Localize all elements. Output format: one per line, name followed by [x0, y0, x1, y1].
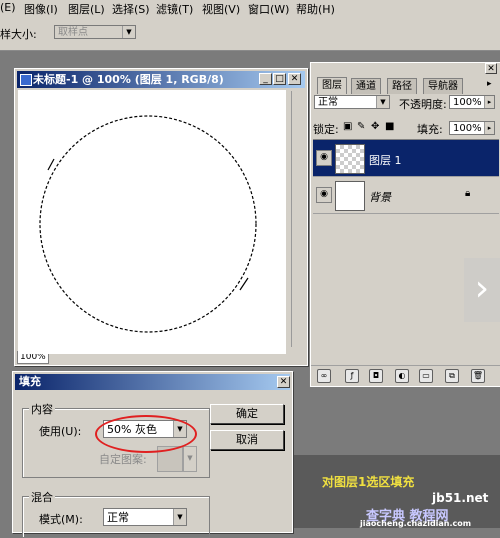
layer-row-background[interactable]: ◉ 背景 🔒︎ — [313, 177, 499, 214]
layers-list: ◉ 图层 1 ◉ 背景 🔒︎ — [313, 139, 499, 362]
panel-menu-icon[interactable]: ▸ — [487, 79, 492, 89]
content-group-label: 内容 — [29, 401, 55, 417]
blending-group-label: 混合 — [29, 489, 55, 505]
lock-transparency-icon[interactable]: ▣ — [343, 121, 352, 132]
close-button[interactable]: ✕ — [288, 73, 301, 85]
sample-size-select[interactable]: 取样点 ▼ — [54, 25, 136, 39]
opacity-value: 100% — [453, 97, 482, 108]
lock-icon: 🔒︎ — [465, 188, 471, 199]
fill-label: 填充: — [417, 123, 443, 136]
opacity-field[interactable]: 100% ▸ — [449, 95, 495, 109]
mode-label: 模式(M): — [39, 513, 83, 526]
fill-field[interactable]: 100% ▸ — [449, 121, 495, 135]
highlight-oval — [95, 415, 197, 453]
document-title: 未标题-1 @ 100% (图层 1, RGB/8) — [33, 73, 224, 86]
layers-panel: ✕ 图层 通道 路径 导航器 ▸ 正常 ▼ 不透明度: 100% ▸ 锁定: ▣… — [310, 62, 500, 387]
menu-help[interactable]: 帮助(H) — [296, 1, 335, 17]
opacity-label: 不透明度: — [399, 98, 447, 111]
adjustment-layer-icon[interactable]: ◐ — [395, 369, 409, 383]
fill-value: 100% — [453, 123, 482, 134]
watermark-site: jb51.net — [432, 491, 489, 505]
menu-select[interactable]: 选择(S) — [112, 1, 150, 17]
fill-dialog: 填充 ✕ 内容 使用(U): 50% 灰色 ▼ 自定图案: ▼ 确定 取消 混合… — [12, 371, 293, 538]
dropdown-arrow-icon: ▸ — [484, 122, 494, 134]
dialog-close-button[interactable]: ✕ — [277, 376, 290, 388]
layer-mask-icon[interactable]: ◘ — [369, 369, 383, 383]
watermark-url: jiaocheng.chazidian.com — [360, 519, 472, 528]
next-arrow-icon[interactable]: › — [464, 258, 500, 322]
layer-name[interactable]: 背景 — [369, 189, 391, 205]
document-icon — [20, 74, 32, 86]
lock-label: 锁定: — [313, 123, 339, 136]
pattern-dropdown-icon: ▼ — [183, 446, 197, 472]
lock-position-icon[interactable]: ✥ — [371, 121, 379, 132]
options-bar: 样大小: 取样点 ▼ — [0, 16, 500, 51]
dropdown-arrow-icon: ▼ — [173, 509, 186, 525]
delete-layer-icon[interactable]: 🗑︎ — [471, 369, 485, 383]
ok-button[interactable]: 确定 — [210, 404, 284, 424]
layer-thumbnail — [335, 181, 365, 211]
visibility-eye-icon[interactable]: ◉ — [316, 187, 332, 203]
minimize-button[interactable]: _ — [259, 73, 272, 85]
menu-window[interactable]: 窗口(W) — [248, 1, 289, 17]
mode-value: 正常 — [107, 511, 129, 524]
use-label: 使用(U): — [39, 425, 82, 438]
layer-name[interactable]: 图层 1 — [369, 152, 402, 168]
selection-marquee — [39, 115, 257, 333]
visibility-eye-icon[interactable]: ◉ — [316, 150, 332, 166]
menu-bar: (E) 图像(I) 图层(L) 选择(S) 滤镜(T) 视图(V) 窗口(W) … — [0, 0, 500, 17]
menu-filter[interactable]: 滤镜(T) — [156, 1, 193, 17]
new-group-icon[interactable]: ▭ — [419, 369, 433, 383]
lock-pixels-icon[interactable]: ✎ — [357, 121, 365, 132]
new-layer-icon[interactable]: ⧉ — [445, 369, 459, 383]
menu-layer[interactable]: 图层(L) — [68, 1, 105, 17]
menu-edit[interactable]: (E) — [0, 1, 16, 14]
custom-pattern-label: 自定图案: — [99, 453, 147, 466]
layer-thumbnail — [335, 144, 365, 174]
layer-style-icon[interactable]: ƒ — [345, 369, 359, 383]
menu-view[interactable]: 视图(V) — [202, 1, 240, 17]
vertical-scrollbar[interactable] — [291, 91, 306, 347]
dialog-title: 填充 — [19, 375, 41, 388]
blend-mode-value: 正常 — [318, 97, 338, 108]
layers-bottom-toolbar: ∞ ƒ ◘ ◐ ▭ ⧉ 🗑︎ — [311, 365, 500, 386]
mode-select[interactable]: 正常 ▼ — [103, 508, 187, 526]
layer-row-1[interactable]: ◉ 图层 1 — [313, 140, 499, 177]
dropdown-arrow-icon: ▼ — [122, 26, 135, 38]
tab-paths[interactable]: 路径 — [387, 78, 417, 94]
sample-size-label: 样大小: — [0, 28, 37, 41]
tab-layers[interactable]: 图层 — [317, 77, 347, 94]
tab-channels[interactable]: 通道 — [351, 78, 381, 94]
panel-tabs: 图层 通道 路径 导航器 ▸ — [311, 77, 500, 94]
maximize-button[interactable]: □ — [273, 73, 286, 85]
panel-header: ✕ — [311, 63, 500, 75]
tab-navigator[interactable]: 导航器 — [423, 78, 463, 94]
link-layers-icon[interactable]: ∞ — [317, 369, 331, 383]
blending-group: 混合 模式(M): 正常 ▼ — [22, 489, 210, 538]
caption-text: 对图层1选区填充 — [322, 475, 415, 489]
sample-size-value: 取样点 — [58, 27, 88, 38]
canvas[interactable] — [18, 90, 286, 354]
lock-all-icon[interactable]: ■ — [385, 121, 394, 132]
dropdown-arrow-icon: ▸ — [484, 96, 494, 108]
dialog-titlebar[interactable]: 填充 — [15, 374, 290, 390]
blend-mode-select[interactable]: 正常 ▼ — [314, 95, 390, 109]
menu-image[interactable]: 图像(I) — [24, 1, 58, 17]
dropdown-arrow-icon: ▼ — [376, 96, 389, 108]
panel-close-button[interactable]: ✕ — [485, 63, 497, 74]
caption-area: 对图层1选区填充 jb51.net 查字典 教程网 jiaocheng.chaz… — [292, 455, 500, 528]
cancel-button[interactable]: 取消 — [210, 430, 284, 450]
